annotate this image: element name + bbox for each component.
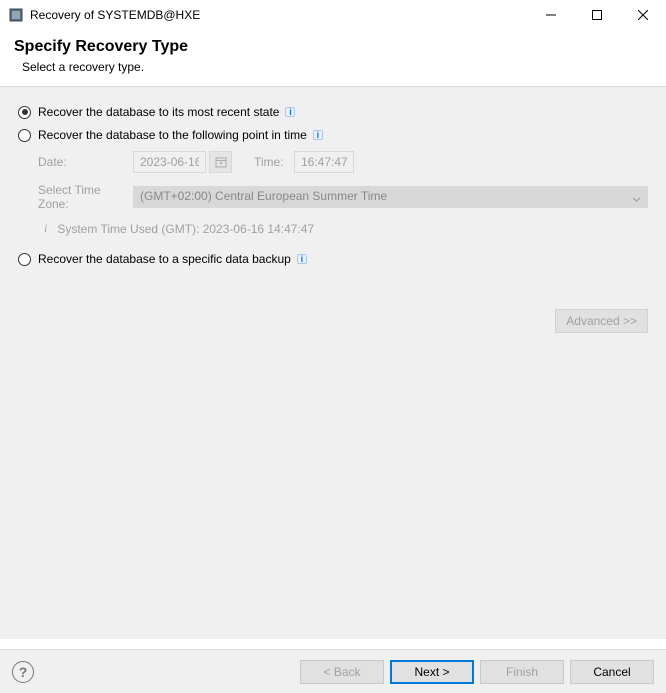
advanced-button[interactable]: Advanced >> — [555, 309, 648, 333]
cancel-button[interactable]: Cancel — [570, 660, 654, 684]
info-glyph-icon: i — [44, 221, 47, 236]
timezone-select: (GMT+02:00) Central European Summer Time — [133, 186, 648, 208]
option-pit-label: Recover the database to the following po… — [38, 128, 307, 142]
minimize-button[interactable] — [528, 0, 574, 30]
maximize-button[interactable] — [574, 0, 620, 30]
wizard-header: Specify Recovery Type Select a recovery … — [0, 30, 666, 87]
help-icon[interactable]: ? — [12, 661, 34, 683]
date-label: Date: — [38, 155, 133, 169]
info-icon[interactable]: i — [285, 107, 295, 117]
date-field — [133, 151, 206, 173]
info-icon[interactable]: i — [313, 130, 323, 140]
app-icon — [8, 7, 24, 23]
radio-recent[interactable] — [18, 106, 31, 119]
wizard-content: Recover the database to its most recent … — [0, 87, 666, 639]
page-subtitle: Select a recovery type. — [22, 60, 652, 74]
radio-backup[interactable] — [18, 253, 31, 266]
system-time-text: System Time Used (GMT): 2023-06-16 14:47… — [57, 222, 314, 236]
timezone-value: (GMT+02:00) Central European Summer Time — [140, 189, 387, 203]
window-title: Recovery of SYSTEMDB@HXE — [30, 8, 200, 22]
pit-details: Date: Time: Select Time Zone: (GMT+02:00… — [38, 151, 648, 236]
page-title: Specify Recovery Type — [14, 38, 652, 56]
wizard-footer: ? < Back Next > Finish Cancel — [0, 649, 666, 693]
finish-button: Finish — [480, 660, 564, 684]
close-button[interactable] — [620, 0, 666, 30]
next-button[interactable]: Next > — [390, 660, 474, 684]
chevron-down-icon — [632, 193, 641, 207]
option-backup-label: Recover the database to a specific data … — [38, 252, 291, 266]
timezone-label: Select Time Zone: — [38, 183, 133, 211]
window-controls — [528, 0, 666, 30]
back-button: < Back — [300, 660, 384, 684]
radio-pit[interactable] — [18, 129, 31, 142]
option-point-in-time[interactable]: Recover the database to the following po… — [18, 128, 648, 142]
titlebar: Recovery of SYSTEMDB@HXE — [0, 0, 666, 30]
date-picker-button — [209, 151, 232, 173]
time-field — [294, 151, 354, 173]
time-label: Time: — [254, 155, 294, 169]
option-recent-label: Recover the database to its most recent … — [38, 105, 279, 119]
info-icon[interactable]: i — [297, 254, 307, 264]
option-specific-backup[interactable]: Recover the database to a specific data … — [18, 252, 648, 266]
option-recent-state[interactable]: Recover the database to its most recent … — [18, 105, 648, 119]
